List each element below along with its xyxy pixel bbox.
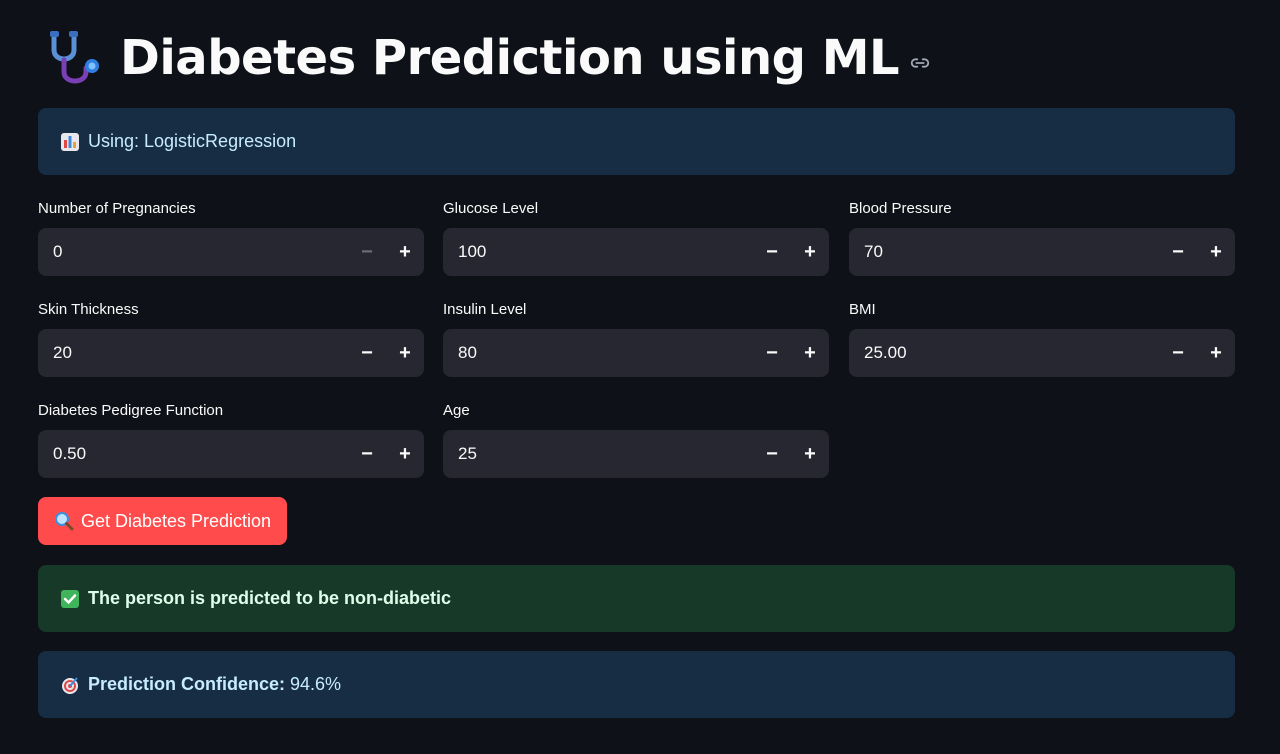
number-input[interactable]: 20 − +	[38, 329, 424, 377]
bar-chart-icon	[61, 132, 79, 151]
decrement-button[interactable]: −	[348, 430, 386, 478]
decrement-button[interactable]: −	[753, 430, 791, 478]
check-mark-icon	[61, 589, 79, 608]
input-value[interactable]: 100	[458, 242, 753, 262]
field-label: BMI	[849, 301, 876, 318]
input-value[interactable]: 20	[53, 343, 348, 363]
field-label: Number of Pregnancies	[38, 200, 196, 217]
age-field: Age 25 − +	[443, 400, 829, 478]
decrement-button[interactable]: −	[348, 228, 386, 276]
field-label: Skin Thickness	[38, 301, 139, 318]
stepper: − +	[1159, 228, 1235, 276]
decrement-button[interactable]: −	[1159, 228, 1197, 276]
stepper: − +	[1159, 329, 1235, 377]
input-value[interactable]: 70	[864, 242, 1159, 262]
decrement-button[interactable]: −	[348, 329, 386, 377]
pregnancies-field: Number of Pregnancies 0 − +	[38, 198, 424, 276]
bmi-field: BMI 25.00 − +	[849, 299, 1235, 377]
increment-button[interactable]: +	[791, 430, 829, 478]
increment-button[interactable]: +	[386, 228, 424, 276]
target-icon	[62, 676, 78, 694]
page-title: Diabetes Prediction using ML	[120, 30, 900, 86]
increment-button[interactable]: +	[386, 329, 424, 377]
prediction-result-alert: The person is predicted to be non-diabet…	[38, 565, 1235, 632]
confidence-value: 94.6%	[290, 674, 342, 694]
field-label: Age	[443, 402, 470, 419]
increment-button[interactable]: +	[791, 329, 829, 377]
number-input[interactable]: 100 − +	[443, 228, 829, 276]
insulin-field: Insulin Level 80 − +	[443, 299, 829, 377]
field-label: Diabetes Pedigree Function	[38, 402, 224, 419]
stepper: − +	[348, 430, 424, 478]
confidence-alert: Prediction Confidence: 94.6%	[38, 651, 1235, 718]
result-text: The person is predicted to be non-diabet…	[88, 588, 452, 608]
number-input[interactable]: 70 − +	[849, 228, 1235, 276]
stepper: − +	[348, 228, 424, 276]
skin-thickness-field: Skin Thickness 20 − +	[38, 299, 424, 377]
number-input[interactable]: 25 − +	[443, 430, 829, 478]
decrement-button[interactable]: −	[1159, 329, 1197, 377]
button-label: Get Diabetes Prediction	[80, 510, 272, 531]
blood-pressure-field: Blood Pressure 70 − +	[849, 198, 1235, 276]
page-header: Diabetes Prediction using ML	[44, 26, 931, 90]
input-value[interactable]: 0	[53, 242, 348, 262]
number-input[interactable]: 25.00 − +	[849, 329, 1235, 377]
field-label: Insulin Level	[443, 301, 527, 318]
number-input[interactable]: 0.50 − +	[38, 430, 424, 478]
magnifier-icon	[54, 512, 74, 531]
model-info-alert: Using: LogisticRegression	[38, 108, 1235, 175]
number-input[interactable]: 80 − +	[443, 329, 829, 377]
stepper: − +	[348, 329, 424, 377]
increment-button[interactable]: +	[386, 430, 424, 478]
model-info-text: Using: LogisticRegression	[88, 131, 297, 151]
glucose-field: Glucose Level 100 − +	[443, 198, 829, 276]
number-input[interactable]: 0 − +	[38, 228, 424, 276]
stethoscope-icon	[50, 31, 99, 84]
stepper: − +	[753, 430, 829, 478]
decrement-button[interactable]: −	[753, 228, 791, 276]
input-value[interactable]: 25.00	[864, 343, 1159, 363]
get-prediction-button[interactable]: Get Diabetes Prediction	[38, 497, 287, 545]
stepper: − +	[753, 329, 829, 377]
link-icon[interactable]	[909, 52, 931, 74]
pedigree-function-field: Diabetes Pedigree Function 0.50 − +	[38, 400, 424, 478]
field-label: Blood Pressure	[849, 200, 952, 217]
input-value[interactable]: 25	[458, 444, 753, 464]
field-label: Glucose Level	[443, 200, 539, 217]
increment-button[interactable]: +	[1197, 329, 1235, 377]
decrement-button[interactable]: −	[753, 329, 791, 377]
confidence-label: Prediction Confidence:	[88, 674, 286, 694]
increment-button[interactable]: +	[791, 228, 829, 276]
increment-button[interactable]: +	[1197, 228, 1235, 276]
input-value[interactable]: 80	[458, 343, 753, 363]
stepper: − +	[753, 228, 829, 276]
input-value[interactable]: 0.50	[53, 444, 348, 464]
